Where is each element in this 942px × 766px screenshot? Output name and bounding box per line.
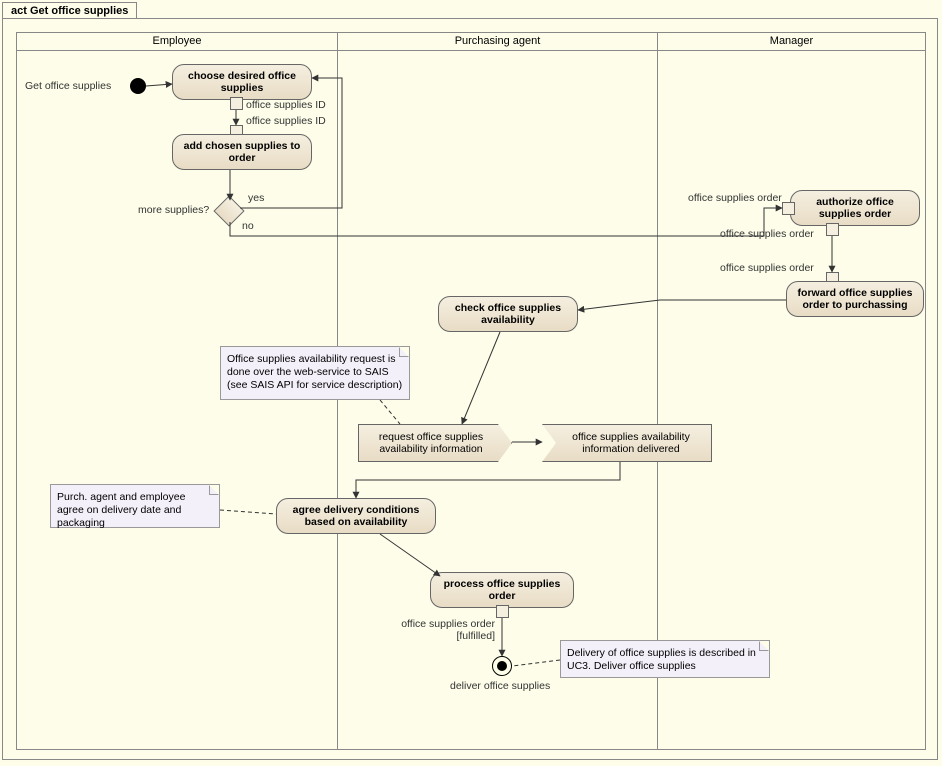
initial-node: [130, 78, 146, 94]
pin-a3-in: [782, 202, 795, 215]
final-node: [492, 656, 512, 676]
label-order1: office supplies order: [688, 192, 782, 204]
label-more: more supplies?: [138, 204, 209, 216]
note-agree: Purch. agent and employee agree on deliv…: [50, 484, 220, 528]
pin-a1-out: [230, 97, 243, 110]
initial-label: Get office supplies: [25, 80, 111, 92]
diagram-canvas: act Get office supplies Employee Purchas…: [0, 0, 942, 766]
activity-choose-supplies: choose desired office supplies: [172, 64, 312, 100]
swimlane-frame: Employee Purchasing agent Manager: [16, 32, 926, 750]
signal-send-request: request office supplies availability inf…: [358, 424, 512, 462]
label-pin1b: office supplies ID: [246, 115, 326, 127]
pin-a7-out: [496, 605, 509, 618]
pin-a3-out: [826, 223, 839, 236]
lane-divider-1: [337, 51, 338, 749]
label-final: deliver office supplies: [450, 680, 550, 692]
signal-recv-delivered: office supplies availability information…: [542, 424, 712, 462]
activity-check-availability: check office supplies availability: [438, 296, 578, 332]
frame-tab: act Get office supplies: [2, 2, 137, 19]
lane-header-manager: Manager: [657, 33, 925, 51]
label-order3: office supplies order: [720, 262, 814, 274]
note-sais: Office supplies availability request is …: [220, 346, 410, 400]
lane-header-purchasing: Purchasing agent: [337, 33, 657, 51]
label-yes: yes: [248, 192, 264, 204]
label-order2: office supplies order: [720, 228, 814, 240]
activity-authorize-order: authorize office supplies order: [790, 190, 920, 226]
activity-process-order: process office supplies order: [430, 572, 574, 608]
label-fulfilled: office supplies order [fulfilled]: [395, 618, 495, 642]
activity-forward-order: forward office supplies order to purchas…: [786, 281, 924, 317]
activity-add-to-order: add chosen supplies to order: [172, 134, 312, 170]
note-delivery: Delivery of office supplies is described…: [560, 640, 770, 678]
label-pin1a: office supplies ID: [246, 99, 326, 111]
label-no: no: [242, 220, 254, 232]
activity-agree-delivery: agree delivery conditions based on avail…: [276, 498, 436, 534]
lane-header-employee: Employee: [17, 33, 337, 51]
